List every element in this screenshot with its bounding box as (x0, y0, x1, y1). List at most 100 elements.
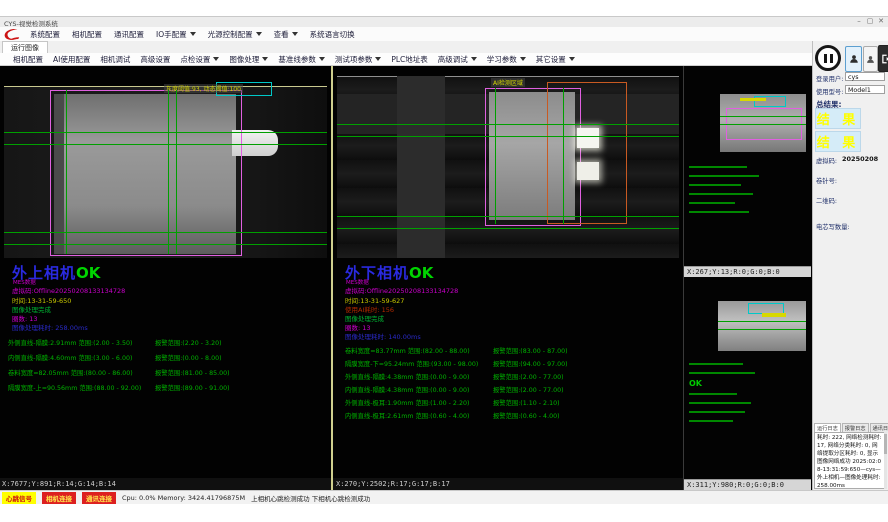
heartbeat-badge: 心跳信号 (2, 492, 36, 504)
camera-link-badge: 相机连接 (42, 492, 76, 504)
camera-status-ok: OK (76, 264, 100, 282)
menu-item-io-config[interactable]: IO手配置 (150, 29, 202, 40)
dropdown-arrow-icon (319, 57, 325, 61)
camera-image-side-top[interactable] (720, 94, 806, 152)
tool-learn-params[interactable]: 学习参数 (482, 54, 531, 65)
tool-label: 相机调试 (100, 54, 130, 65)
mini-log-line (689, 402, 751, 404)
overlay-mark (740, 98, 766, 101)
tool-plc-table[interactable]: PLC地址表 (386, 54, 432, 65)
machine-column (397, 76, 445, 258)
measure-line (337, 136, 679, 137)
person-icon (866, 54, 875, 65)
tool-ai-config[interactable]: AI使用配置 (48, 54, 95, 65)
status-bar: 心跳信号 相机连接 通讯连接 Cpu: 0.0% Memory: 3424.41… (0, 490, 888, 504)
scrollbar-thumb[interactable] (884, 434, 887, 454)
tool-label: 高级设置 (140, 54, 170, 65)
alarm-range: 报警范围:(83.00 - 87.00) (493, 346, 568, 355)
alarm-range: 报警范围:(2.20 - 3.20) (155, 338, 222, 347)
measure-line (337, 124, 679, 125)
mini-log-line (689, 166, 747, 168)
tool-advanced-settings[interactable]: 高级设置 (135, 54, 175, 65)
app-logo-icon (3, 28, 21, 41)
ai-region-label: AI检测区域 (491, 78, 525, 87)
menu-item-label: 系统语言切换 (310, 29, 355, 40)
menu-item-label: 系统配置 (30, 29, 60, 40)
camera-view-side-bottom[interactable]: OK (684, 277, 811, 479)
minimize-button[interactable]: – (854, 17, 864, 26)
dropdown-arrow-icon (375, 57, 381, 61)
mini-log-line (689, 393, 737, 395)
camera-view-side-top[interactable] (684, 66, 811, 266)
measure-row: 卷料宽度=83.77mm 范围:(82.00 - 88.00) (345, 346, 470, 355)
menu-item-label: IO手配置 (156, 29, 187, 40)
measure-row: 外侧直线-隔膜:4.38mm 范围:(0.00 - 9.00) (345, 372, 469, 381)
camera-image-lower[interactable]: AI检测区域 (337, 76, 679, 258)
alarm-range: 报警范围:(89.00 - 91.00) (155, 383, 230, 392)
close-button[interactable]: ✕ (876, 17, 886, 26)
measure-row: 内侧直线-隔膜:4.60mm 范围:(3.00 - 6.00) (8, 353, 132, 362)
tool-label: 高级调试 (438, 54, 468, 65)
maximize-button[interactable]: ▢ (865, 17, 875, 26)
tool-camera-config[interactable]: 相机配置 (8, 54, 48, 65)
overlay-mark (762, 313, 786, 317)
app-window: CYS-视觉检测系统 – ▢ ✕ 系统配置 相机配置 通讯配置 IO手配置 光源… (0, 0, 888, 522)
menu-item-label: 光源控制配置 (208, 29, 253, 40)
tool-label: 基准线参数 (278, 54, 316, 65)
measure-row: 外侧直线-极耳:1.90mm 范围:(1.00 - 2.20) (345, 398, 469, 407)
menu-item-camera-config[interactable]: 相机配置 (66, 29, 108, 40)
measure-line (4, 144, 327, 145)
mini-log-line (689, 184, 741, 186)
user-manage-button[interactable] (863, 46, 878, 72)
menu-item-comm-config[interactable]: 通讯配置 (108, 29, 150, 40)
menu-item-view[interactable]: 查看 (268, 29, 304, 40)
mini-log-line (689, 363, 743, 365)
toolbar: 相机配置 AI使用配置 相机调试 高级设置 点检设置 图像处理 基准线参数 测试… (0, 53, 812, 66)
model-label: 使用型号: (816, 87, 843, 96)
measure-line (4, 232, 327, 233)
measure-line (563, 88, 564, 224)
tool-other-settings[interactable]: 其它设置 (531, 54, 580, 65)
menu-item-system-config[interactable]: 系统配置 (24, 29, 66, 40)
exit-button[interactable] (878, 45, 888, 72)
log-scrollbar[interactable] (884, 432, 887, 489)
menu-item-light-config[interactable]: 光源控制配置 (202, 29, 268, 40)
mini-log-line (689, 211, 749, 213)
alarm-range: 报警范围:(2.00 - 77.00) (493, 372, 564, 381)
camera-image-upper[interactable]: 灰度阈值:93, 动态阈值:100 (4, 86, 327, 258)
measure-row: 卷料宽度=82.05mm 范围:(80.00 - 86.00) (8, 368, 133, 377)
measure-line (718, 329, 806, 330)
alarm-range: 报警范围:(0.60 - 4.00) (493, 411, 560, 420)
virtual-code-line: 虚拟码:Offline20250208133134728 (12, 285, 125, 295)
dropdown-arrow-icon (213, 57, 219, 61)
measure-line (4, 244, 327, 245)
menu-item-language[interactable]: 系统语言切换 (304, 29, 361, 40)
tool-baseline-params[interactable]: 基准线参数 (273, 54, 330, 65)
login-user-field[interactable]: cys (845, 72, 885, 81)
pixel-coords: X:311;Y:980;R:0;G:0;B:0 (687, 481, 784, 489)
pause-button[interactable] (815, 45, 841, 71)
tool-test-params[interactable]: 测试项参数 (330, 54, 387, 65)
comm-link-badge: 通讯连接 (82, 492, 116, 504)
log-panel[interactable]: 耗时: 222, 网络检测耗时: 17, 网络分类耗时: 0, 网络提取分区耗时… (814, 432, 885, 489)
exit-door-icon (881, 53, 888, 65)
mini-log-line (689, 193, 753, 195)
menu-item-label: 通讯配置 (114, 29, 144, 40)
alarm-range: 报警范围:(1.10 - 2.10) (493, 398, 560, 407)
camera-image-side-bottom[interactable] (718, 301, 806, 351)
tool-spot-check[interactable]: 点检设置 (175, 54, 224, 65)
mini-log-line (689, 175, 759, 177)
model-field[interactable]: Model1 (845, 85, 885, 94)
tool-advanced-debug[interactable]: 高级调试 (433, 54, 482, 65)
dropdown-arrow-icon (569, 57, 575, 61)
camera-view-upper[interactable]: 灰度阈值:93, 动态阈值:100 外上相机OK MES数据 虚拟码:Offli… (0, 66, 331, 490)
tool-image-process[interactable]: 图像处理 (224, 54, 273, 65)
bright-spot (577, 128, 599, 148)
camera-view-lower[interactable]: AI检测区域 外下相机OK MES数据 虚拟码:Offline202502081… (333, 66, 683, 490)
user-login-button[interactable] (845, 46, 862, 72)
cpu-memory-text: Cpu: 0.0% Memory: 3424.41796875M (122, 494, 245, 502)
cell-count-label: 电芯写数量: (816, 222, 850, 231)
result-display-1: 结 果 (815, 108, 861, 129)
pause-icon (824, 54, 827, 63)
tool-camera-debug[interactable]: 相机调试 (95, 54, 135, 65)
